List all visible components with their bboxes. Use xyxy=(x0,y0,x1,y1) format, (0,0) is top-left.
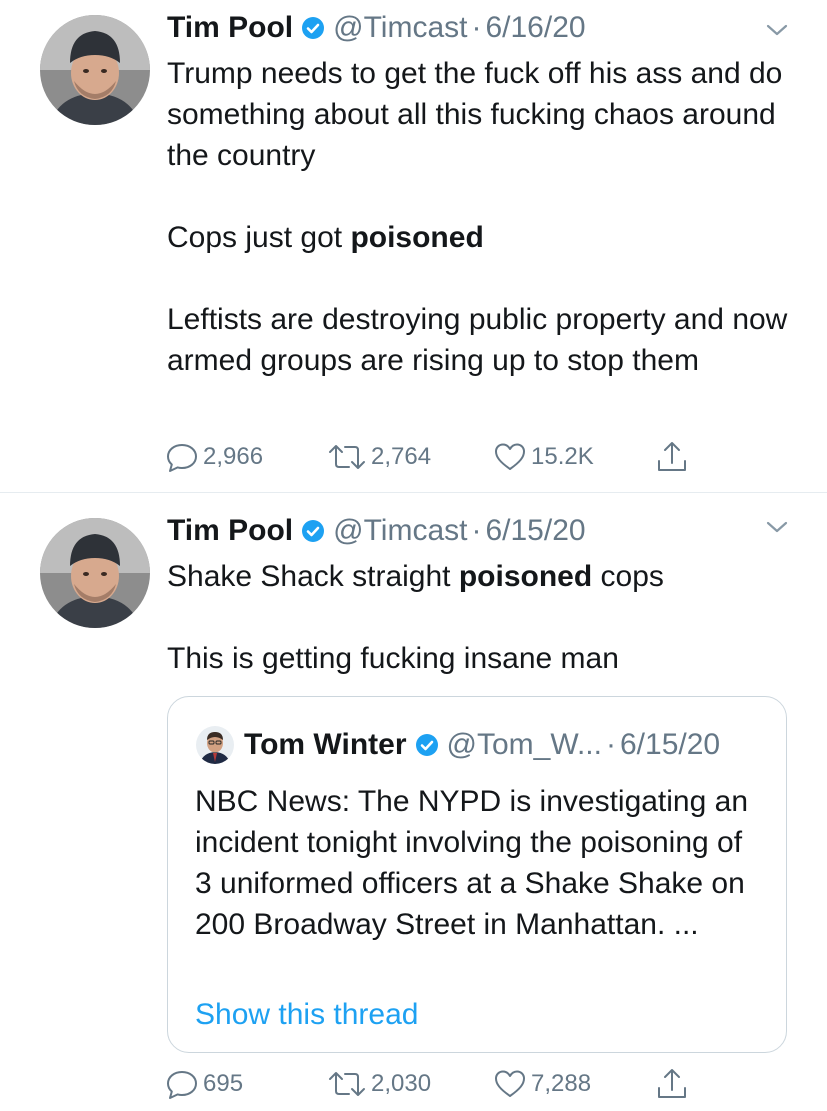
tweet[interactable]: Tim Pool @Timcast · 6/16/20 Trump needs … xyxy=(0,0,827,493)
show-thread-link[interactable]: Show this thread xyxy=(195,995,418,1035)
avatar[interactable] xyxy=(40,15,150,125)
tweet-date[interactable]: 6/15/20 xyxy=(485,511,585,551)
verified-badge-icon xyxy=(415,733,439,757)
bold-text: poisoned xyxy=(458,560,593,593)
tweet-text: Trump needs to get the fuck off his ass … xyxy=(167,53,797,381)
like-button[interactable]: 15.2K xyxy=(493,437,594,477)
tweet-header: Tim Pool @Timcast · 6/16/20 xyxy=(167,8,586,48)
reply-count: 695 xyxy=(203,1070,244,1097)
author-name[interactable]: Tim Pool xyxy=(167,511,293,551)
quoted-date[interactable]: 6/15/20 xyxy=(620,728,720,762)
text-span: Cops just got xyxy=(167,221,351,254)
retweet-count: 2,030 xyxy=(371,1070,432,1097)
reply-icon xyxy=(167,1071,197,1099)
author-handle[interactable]: @Timcast xyxy=(333,511,467,551)
quoted-avatar[interactable] xyxy=(196,726,234,764)
author-handle[interactable]: @Timcast xyxy=(333,8,467,48)
reply-icon xyxy=(167,444,197,472)
tweet-paragraph: This is getting fucking insane man xyxy=(167,642,619,675)
quoted-author-handle[interactable]: @Tom_W... xyxy=(447,728,602,762)
quoted-author-name[interactable]: Tom Winter xyxy=(244,728,407,762)
tweet-paragraph: Leftists are destroying public property … xyxy=(167,303,796,377)
chevron-down-icon[interactable] xyxy=(763,16,791,44)
reply-button[interactable]: 695 xyxy=(165,1064,243,1104)
quoted-text: NBC News: The NYPD is investigating an i… xyxy=(195,785,749,941)
like-button[interactable]: 7,288 xyxy=(493,1064,591,1104)
separator-dot: · xyxy=(471,514,482,547)
share-icon xyxy=(658,442,686,471)
verified-badge-icon xyxy=(301,16,325,40)
author-name[interactable]: Tim Pool xyxy=(167,8,293,48)
text-span: cops xyxy=(592,560,664,593)
quoted-tweet[interactable]: Tom Winter @Tom_W... · 6/15/20 NBC News:… xyxy=(167,696,787,1053)
tweet-date[interactable]: 6/16/20 xyxy=(485,8,585,48)
separator-dot: · xyxy=(471,11,482,44)
reply-count: 2,966 xyxy=(203,443,264,470)
share-icon xyxy=(658,1069,686,1098)
share-button[interactable] xyxy=(655,1064,689,1104)
tweet-text: Shake Shack straight poisoned cops This … xyxy=(167,556,797,679)
separator-dot: · xyxy=(605,728,616,761)
text-span: Shake Shack straight xyxy=(167,560,459,593)
retweet-icon xyxy=(329,445,365,469)
tweet-header: Tim Pool @Timcast · 6/15/20 xyxy=(167,511,586,551)
tweet[interactable]: Tim Pool @Timcast · 6/15/20 Shake Shack … xyxy=(0,493,827,1111)
verified-badge-icon xyxy=(301,519,325,543)
tweet-paragraph: Trump needs to get the fuck off his ass … xyxy=(167,57,791,172)
retweet-button[interactable]: 2,764 xyxy=(327,437,431,477)
tweet-actions: 695 2,030 7,288 xyxy=(165,1064,705,1104)
tweet-actions: 2,966 2,764 15.2K xyxy=(165,437,705,477)
retweet-button[interactable]: 2,030 xyxy=(327,1064,431,1104)
quoted-header: Tom Winter @Tom_W... · 6/15/20 xyxy=(244,725,720,765)
retweet-icon xyxy=(329,1072,365,1096)
share-button[interactable] xyxy=(655,437,689,477)
tweet-paragraph: Shake Shack straight poisoned cops xyxy=(167,556,797,597)
chevron-down-icon[interactable] xyxy=(763,513,791,541)
reply-button[interactable]: 2,966 xyxy=(165,437,263,477)
bold-text: poisoned xyxy=(350,221,484,254)
like-count: 7,288 xyxy=(531,1070,592,1097)
tweet-paragraph: Cops just got poisoned xyxy=(167,217,797,258)
heart-icon xyxy=(495,443,525,470)
heart-icon xyxy=(495,1070,525,1097)
avatar[interactable] xyxy=(40,518,150,628)
retweet-count: 2,764 xyxy=(371,443,432,470)
like-count: 15.2K xyxy=(531,443,594,470)
